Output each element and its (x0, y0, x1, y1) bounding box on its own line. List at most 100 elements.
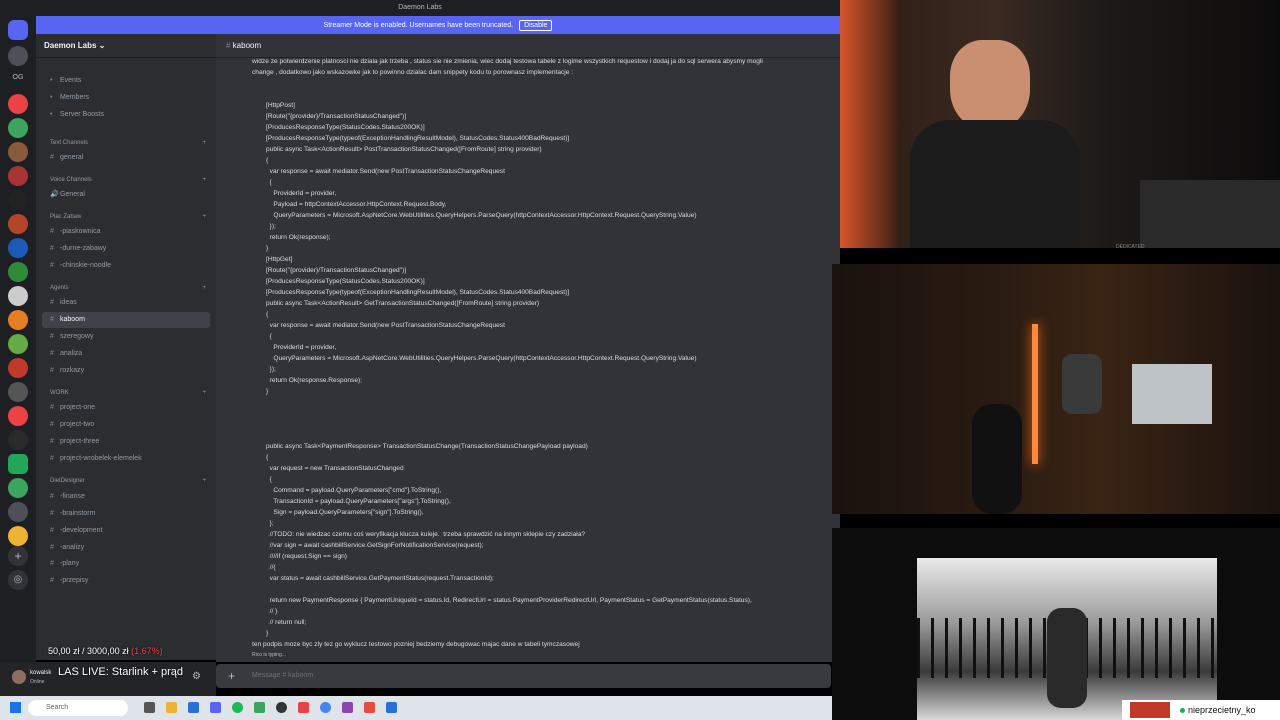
disable-streamer-mode-button[interactable]: Disable (519, 19, 553, 31)
sidebar-channel[interactable]: # project-wrobelek-elemelek (42, 451, 210, 467)
sidebar-channel[interactable]: # analiza (42, 346, 210, 362)
channel-sidebar: Daemon Labs ⌄ • Events • Members • Server Boo… (36, 34, 216, 660)
app-icon[interactable] (254, 702, 265, 713)
sidebar-channel[interactable]: # -plany (42, 556, 210, 572)
server-icon[interactable] (8, 358, 28, 378)
sidebar-channel[interactable]: # project-one (42, 400, 210, 416)
add-channel-icon[interactable]: + (202, 385, 206, 401)
sidebar-channel[interactable]: # project-three (42, 434, 210, 450)
server-icon[interactable] (8, 190, 28, 210)
server-icon[interactable] (8, 142, 28, 162)
app-icon[interactable] (342, 702, 353, 713)
chrome-icon[interactable] (320, 702, 331, 713)
server-icon[interactable] (8, 286, 28, 306)
discord-taskbar-icon[interactable] (210, 702, 221, 713)
server-icon[interactable] (8, 526, 28, 546)
channel-category[interactable]: DietDesigner + (42, 473, 210, 489)
channel-category[interactable]: Voice Channels + (42, 172, 210, 188)
vscode-icon[interactable] (386, 702, 397, 713)
add-channel-icon[interactable]: + (202, 473, 206, 489)
add-channel-icon[interactable]: + (202, 209, 206, 225)
server-icon[interactable] (8, 310, 28, 330)
sidebar-link[interactable]: • Events (42, 73, 210, 89)
server-og-label[interactable]: OG (0, 74, 36, 81)
server-icon[interactable] (8, 238, 28, 258)
server-icon[interactable] (8, 478, 28, 498)
server-daemon-labs-icon[interactable] (8, 46, 28, 66)
sidebar-channel[interactable]: # -chinskie-noodle (42, 258, 210, 274)
sidebar-channel[interactable]: # rozkazy (42, 363, 210, 379)
sidebar-link[interactable]: • Members (42, 90, 210, 106)
sidebar-channel[interactable]: # szeregowy (42, 329, 210, 345)
server-icon[interactable] (8, 454, 28, 474)
hash-icon: # (50, 455, 54, 462)
sidebar-channel[interactable]: # -analizy (42, 540, 210, 556)
sidebar-item-label: Server Boosts (60, 111, 104, 118)
task-view-icon[interactable] (144, 702, 155, 713)
add-server-icon[interactable]: + (8, 546, 28, 566)
server-icon[interactable] (8, 118, 28, 138)
donation-current: 50,00 zł (48, 646, 80, 656)
attach-plus-icon[interactable]: + (228, 664, 235, 688)
gear-icon[interactable]: ⚙ (192, 672, 202, 682)
sidebar-channel[interactable]: # -brainstorm (42, 506, 210, 522)
sidebar-channel[interactable]: # -finanse (42, 489, 210, 505)
server-icon[interactable] (8, 166, 28, 186)
channel-category[interactable]: Text Channels + (42, 135, 210, 151)
person-seated (1062, 354, 1102, 414)
server-icon[interactable] (8, 406, 28, 426)
add-channel-icon[interactable]: + (202, 280, 206, 296)
window-titlebar: Daemon Labs (0, 0, 840, 16)
sidebar-item-label: rozkazy (60, 367, 85, 374)
sidebar-channel[interactable]: # -przepisy (42, 573, 210, 589)
sidebar-channel[interactable]: # project-two (42, 417, 210, 433)
app-icon[interactable] (298, 702, 309, 713)
server-icon[interactable] (8, 94, 28, 114)
channel-category[interactable]: WORK + (42, 385, 210, 401)
taskbar-search-input[interactable]: Search (28, 700, 128, 716)
sidebar-channel[interactable]: # -durne-zabawy (42, 241, 210, 257)
discover-icon[interactable]: ◎ (8, 570, 28, 590)
sidebar-channel[interactable]: 🔊General (42, 187, 210, 203)
add-channel-icon[interactable]: + (202, 172, 206, 188)
cam-light-glow (840, 0, 900, 248)
server-icon[interactable] (8, 214, 28, 234)
office-chair (972, 404, 1022, 514)
windows-start-icon[interactable] (10, 702, 21, 713)
sidebar-link[interactable]: • Server Boosts (42, 107, 210, 123)
screen: Daemon Labs Streamer Mode is enabled. Us… (0, 0, 1280, 720)
chat-header: # kaboom (216, 34, 840, 58)
app-icon[interactable] (364, 702, 375, 713)
sidebar-item-label: -chinskie-noodle (60, 262, 111, 269)
sidebar-item-label: szeregowy (60, 333, 94, 340)
discord-home-icon[interactable] (8, 20, 28, 40)
sidebar-channel[interactable]: # ideas (42, 295, 210, 311)
banner-text: Streamer Mode is enabled. Usernames have… (323, 21, 514, 29)
server-icon[interactable] (8, 430, 28, 450)
hash-icon: # (50, 438, 54, 445)
add-channel-icon[interactable]: + (202, 135, 206, 151)
sidebar-channel[interactable]: # kaboom (42, 312, 210, 328)
avatar[interactable] (12, 670, 26, 684)
channel-category[interactable]: Plac Zabaw + (42, 209, 210, 225)
server-icon[interactable] (8, 502, 28, 522)
sidebar-channel[interactable]: # general (42, 150, 210, 166)
sidebar-channel[interactable]: # -development (42, 523, 210, 539)
message-list: widze ze potwierdzenie platnosci nie dzi… (216, 58, 840, 662)
user-status: Online (30, 679, 45, 685)
sidebar-item-label: -development (60, 527, 103, 534)
obs-icon[interactable] (276, 702, 287, 713)
sidebar-channel[interactable]: # -piaskownica (42, 224, 210, 240)
server-name-header[interactable]: Daemon Labs ⌄ (36, 34, 216, 58)
server-icon[interactable] (8, 262, 28, 282)
message-composer[interactable]: + Message # kaboom (216, 664, 831, 688)
channel-category[interactable]: Agents + (42, 280, 210, 296)
server-icon[interactable] (8, 334, 28, 354)
sidebar-item-label: project-one (60, 404, 96, 411)
spotify-icon[interactable] (232, 702, 243, 713)
file-explorer-icon[interactable] (166, 702, 177, 713)
sidebar-item-label: Agents (50, 285, 69, 291)
app-icon[interactable] (188, 702, 199, 713)
server-icon[interactable] (8, 382, 28, 402)
hash-icon: # (50, 333, 54, 340)
